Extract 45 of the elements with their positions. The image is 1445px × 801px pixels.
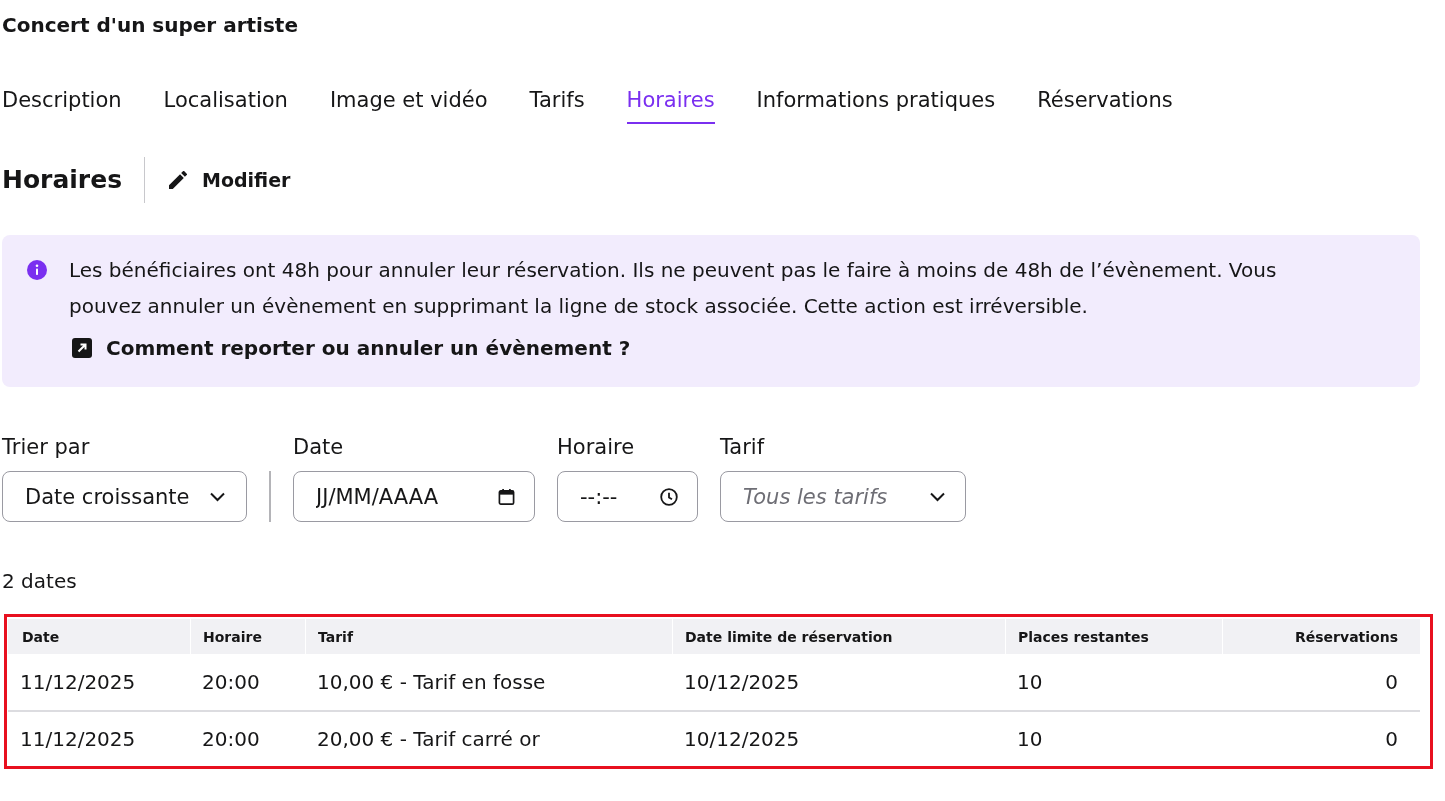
time-field[interactable]: --:-- — [557, 471, 698, 522]
sort-select[interactable]: Date croissante — [2, 471, 247, 522]
table-cell: 10/12/2025 — [672, 710, 1005, 766]
tab[interactable]: Horaires — [626, 88, 715, 124]
table-cell: 10 — [1005, 710, 1222, 766]
table-cell-text: 0 — [1384, 669, 1399, 696]
tab[interactable]: Description — [2, 88, 122, 124]
tab[interactable]: Image et vidéo — [329, 88, 488, 124]
help-link[interactable]: Comment reporter ou annuler un évènement ? — [72, 336, 631, 360]
tab[interactable]: Localisation — [163, 88, 288, 124]
column-header: Date — [8, 619, 190, 654]
table-cell: 20:00 — [190, 710, 305, 766]
page-title: Concert d'un super artiste — [2, 13, 298, 37]
table-cell: 11/12/2025 — [8, 710, 190, 766]
table-cell-text: 10 — [1016, 669, 1044, 696]
table-cell-text: 10/12/2025 — [683, 669, 801, 696]
field-label: Date — [293, 435, 344, 459]
field-label: Horaire — [557, 435, 635, 459]
table-cell-text: 10,00 € - Tarif en fosse — [316, 669, 547, 696]
tab[interactable]: Tarifs — [529, 88, 585, 124]
info-icon — [27, 260, 47, 280]
tab[interactable]: Informations pratiques — [756, 88, 996, 124]
pencil-icon — [169, 171, 188, 189]
column-header: Places restantes — [1005, 619, 1222, 654]
column-header: Date limite de réservation — [672, 619, 1005, 654]
column-header: Réservations — [1222, 619, 1420, 654]
rate-select[interactable]: Tous les tarifs — [720, 471, 966, 522]
clock-icon — [660, 487, 678, 506]
field-label: Trier par — [2, 435, 90, 459]
edit-button[interactable]: Modifier — [167, 165, 293, 195]
field-label: Tarif — [720, 435, 765, 459]
column-header: Horaire — [190, 619, 305, 654]
table-cell: 20,00 € - Tarif carré or — [305, 710, 672, 766]
table-cell: 0 — [1222, 710, 1420, 766]
section-heading: Horaires — [2, 164, 123, 196]
table-cell-text: 11/12/2025 — [19, 669, 137, 696]
column-header: Tarif — [305, 619, 672, 654]
result-count: 2 dates — [2, 570, 77, 592]
table-cell-text: 20:00 — [201, 669, 261, 696]
calendar-icon — [498, 488, 515, 505]
info-text: Les bénéficiaires ont 48h pour annuler leur réservation. Ils ne peuvent pas le faire à moins de 48h de l’évènement. Vous pouvez annuler un évènement en supprimant la ligne de stock associée. Cette action est irréversible. — [69, 257, 1278, 320]
tab[interactable]: Réservations — [1037, 88, 1173, 124]
chevron-down-icon — [209, 491, 226, 502]
external-link-icon — [72, 338, 92, 358]
chevron-down-icon — [929, 491, 946, 502]
